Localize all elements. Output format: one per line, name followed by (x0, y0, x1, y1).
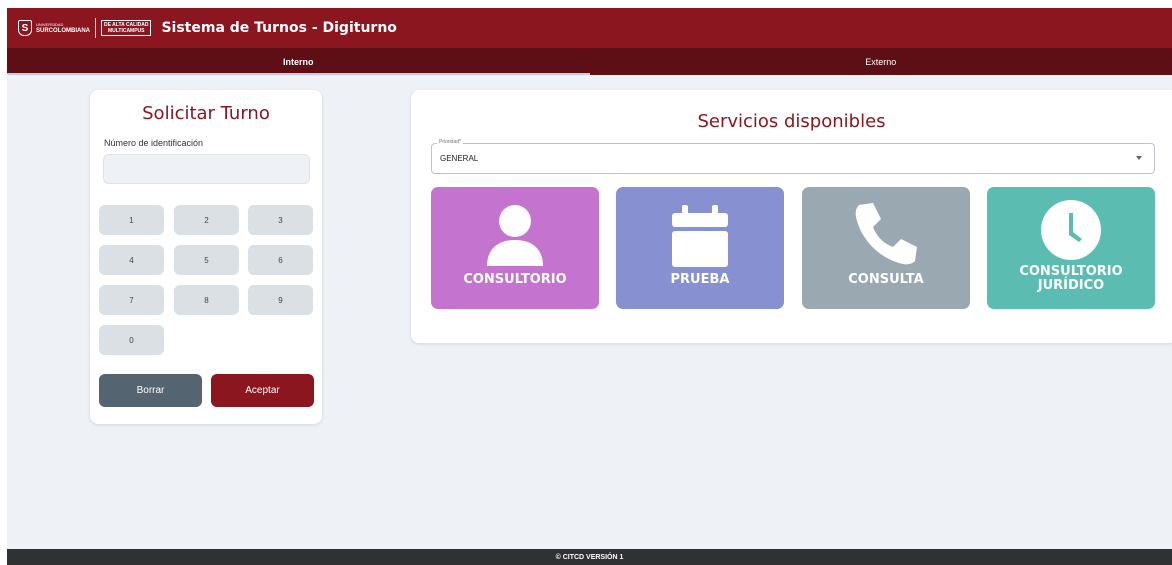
keypad-9-button[interactable]: 9 (248, 285, 313, 315)
phone-icon (855, 203, 917, 265)
user-icon (487, 205, 543, 266)
service-label-line-1: CONSULTORIO (1019, 264, 1123, 279)
keypad-2-button[interactable]: 2 (174, 205, 239, 235)
service-label: CONSULTA (848, 272, 924, 287)
shield-icon: S (18, 20, 32, 36)
service-consulta-button[interactable]: CONSULTA (802, 187, 970, 309)
keypad-3-button[interactable]: 3 (248, 205, 313, 235)
request-turn-title: Solicitar Turno (142, 103, 270, 124)
id-number-label: Número de identificación (104, 138, 204, 148)
badge-line-2: MULTICAMPUS (107, 28, 145, 34)
tab-externo[interactable]: Externo (590, 48, 1172, 75)
request-turn-panel: Solicitar Turno Número de identificación… (90, 90, 322, 424)
logo-divider (95, 18, 96, 38)
service-label: CONSULTORIO JURÍDICO (987, 265, 1155, 293)
service-prueba-button[interactable]: PRUEBA (616, 187, 784, 309)
logo-text: UNIVERSIDAD SURCOLOMBIANA (36, 21, 90, 35)
logo-small-text: UNIVERSIDAD (36, 22, 64, 27)
service-consultorio-juridico-button[interactable]: CONSULTORIO JURÍDICO (987, 187, 1155, 309)
priority-label: Prioridad* (437, 139, 463, 145)
tab-bar: Interno Externo (7, 48, 1172, 75)
calendar-icon (672, 205, 728, 267)
priority-value: GENERAL (440, 154, 479, 163)
priority-select[interactable]: Prioridad* GENERAL (431, 139, 1155, 174)
service-label-line-2: JURÍDICO (1037, 278, 1105, 293)
keypad-0-button[interactable]: 0 (99, 325, 164, 355)
id-number-input[interactable] (103, 154, 310, 184)
quality-badge: DE ALTA CALIDAD MULTICAMPUS (101, 20, 152, 36)
keypad-4-button[interactable]: 4 (99, 245, 164, 275)
accept-button[interactable]: Aceptar (211, 374, 314, 407)
keypad-8-button[interactable]: 8 (174, 285, 239, 315)
clear-button[interactable]: Borrar (99, 374, 202, 407)
clock-icon (1041, 200, 1101, 260)
service-consultorio-button[interactable]: CONSULTORIO (431, 187, 599, 309)
app-root: S UNIVERSIDAD SURCOLOMBIANA DE ALTA CALI… (7, 8, 1172, 565)
tab-interno[interactable]: Interno (7, 48, 590, 75)
keypad-1-button[interactable]: 1 (99, 205, 164, 235)
service-label: CONSULTORIO (463, 272, 567, 287)
logo-university-name: SURCOLOMBIANA (36, 28, 90, 34)
top-header: S UNIVERSIDAD SURCOLOMBIANA DE ALTA CALI… (7, 8, 1172, 48)
chevron-down-icon (1136, 156, 1142, 160)
keypad-7-button[interactable]: 7 (99, 285, 164, 315)
keypad-6-button[interactable]: 6 (248, 245, 313, 275)
footer: © CITCD VERSIÓN 1 (7, 549, 1172, 565)
service-label: PRUEBA (670, 272, 730, 287)
university-logo: S UNIVERSIDAD SURCOLOMBIANA DE ALTA CALI… (18, 17, 152, 39)
app-title: Sistema de Turnos - Digiturno (161, 20, 397, 36)
services-title: Servicios disponibles (697, 111, 886, 132)
services-panel: Servicios disponibles Prioridad* GENERAL… (411, 90, 1172, 343)
keypad-5-button[interactable]: 5 (174, 245, 239, 275)
